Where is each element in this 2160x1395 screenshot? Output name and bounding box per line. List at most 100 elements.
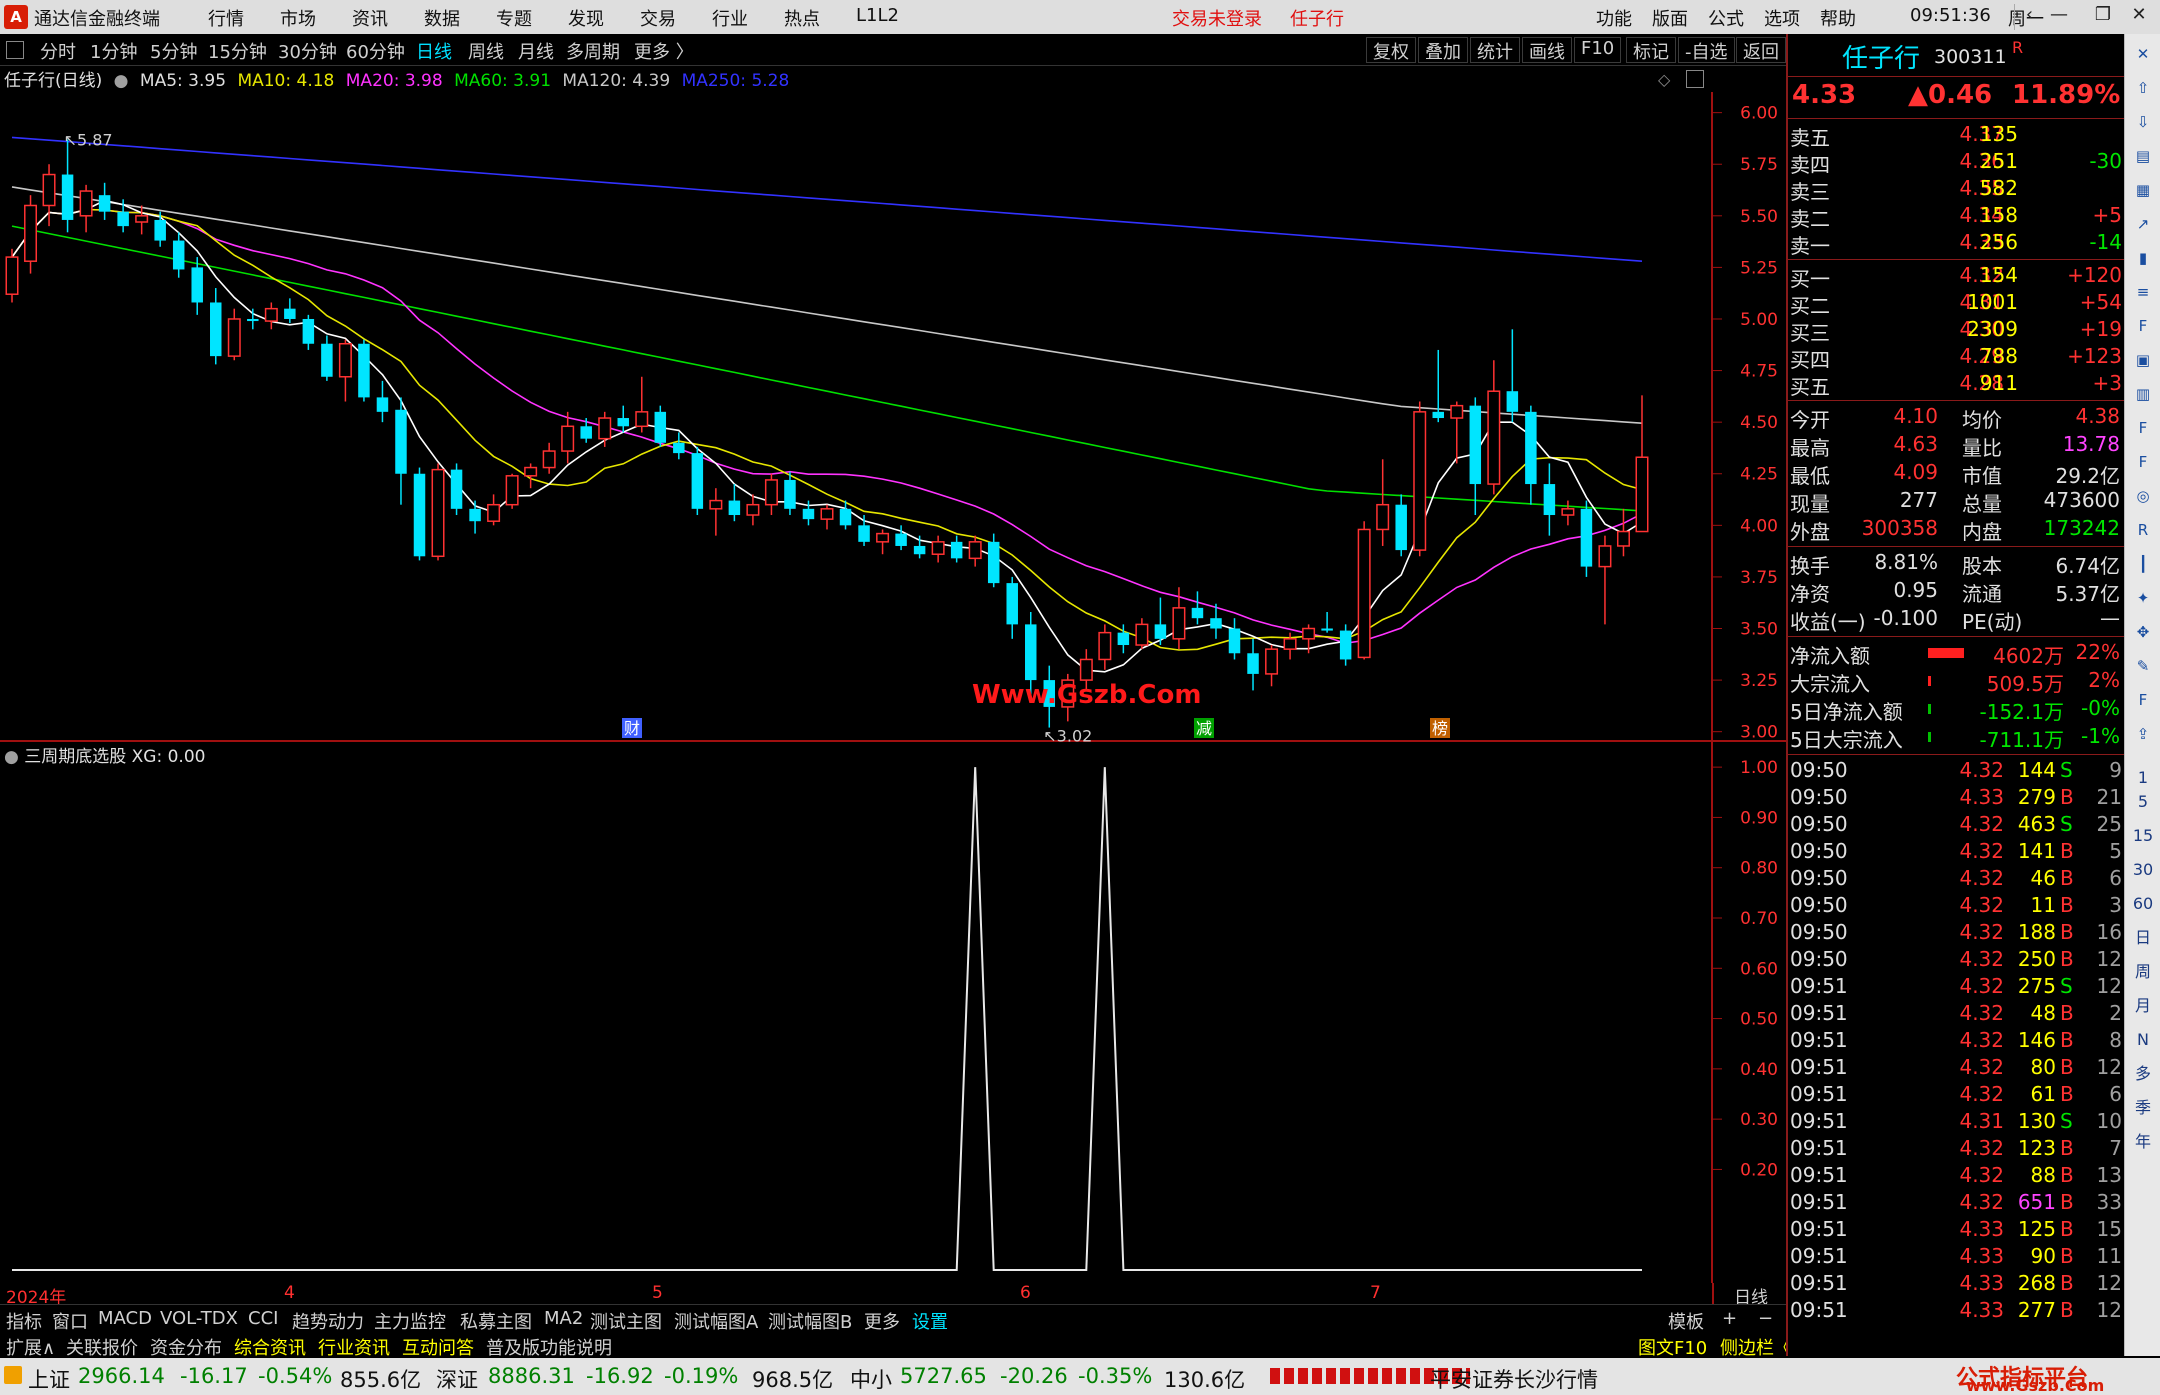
zx-index-name[interactable]: 中小 — [850, 1364, 892, 1394]
period-shortcut[interactable]: 15 — [2131, 824, 2155, 848]
menu-options[interactable]: 选项 — [1764, 5, 1800, 31]
back-icon[interactable]: ‹ — [2014, 4, 2044, 30]
tab-industry-news[interactable]: 行业资讯 — [318, 1334, 390, 1360]
bid-row[interactable]: 买二 4.31 1001 +54 — [1788, 290, 2124, 318]
menu-l1l2[interactable]: L1L2 — [856, 5, 899, 26]
share-icon[interactable]: ⇪ — [2131, 722, 2155, 746]
menu-data[interactable]: 数据 — [424, 5, 460, 31]
diamond-icon[interactable]: ◇ — [1658, 70, 1676, 89]
menu-news[interactable]: 资讯 — [352, 5, 388, 31]
tab-news[interactable]: 综合资讯 — [234, 1334, 306, 1360]
tab-macd[interactable]: MACD — [98, 1308, 152, 1329]
period-more[interactable]: 更多 〉 — [634, 38, 694, 64]
menu-industry[interactable]: 行业 — [712, 5, 748, 31]
tab-main-force[interactable]: 主力监控 — [374, 1308, 446, 1334]
tick-row[interactable]: 09:50 4.33 279 B 21 — [1788, 785, 2124, 812]
period-shortcut[interactable]: 多 — [2131, 1062, 2155, 1086]
stat-row[interactable]: 现量 277 总量 473600 — [1788, 488, 2124, 516]
menu-discover[interactable]: 发现 — [568, 5, 604, 31]
menu-function[interactable]: 功能 — [1596, 5, 1632, 31]
stat-row[interactable]: 净资 0.95 流通 5.37亿 — [1788, 578, 2124, 606]
period-shortcut[interactable]: 1 — [2131, 766, 2155, 790]
tick-row[interactable]: 09:50 4.32 11 B 3 — [1788, 893, 2124, 920]
bid-row[interactable]: 买三 4.30 2309 +19 — [1788, 317, 2124, 345]
stat-row[interactable]: 换手 8.81% 股本 6.74亿 — [1788, 550, 2124, 578]
tab-indicator[interactable]: 指标 — [6, 1308, 42, 1334]
period-shortcut[interactable]: 月 — [2131, 994, 2155, 1018]
tick-row[interactable]: 09:50 4.32 463 S 25 — [1788, 812, 2124, 839]
close-icon[interactable]: ✕ — [2124, 4, 2154, 30]
kline-icon[interactable]: ┃ — [2131, 552, 2155, 576]
period-tab[interactable]: 5分钟 — [150, 38, 197, 64]
stat-row[interactable]: 最高 4.63 量比 13.78 — [1788, 432, 2124, 460]
f10-icon[interactable]: F — [2131, 314, 2155, 338]
stat-row[interactable]: 收益(一) -0.100 PE(动) — — [1788, 606, 2124, 634]
ask-row[interactable]: 卖二 4.34 158 +5 — [1788, 203, 2124, 231]
list-icon[interactable]: ≡ — [2131, 280, 2155, 304]
draw-button[interactable]: 画线 — [1522, 37, 1572, 63]
ask-row[interactable]: 卖四 4.36 251 -30 — [1788, 149, 2124, 177]
f5-icon[interactable]: F — [2131, 688, 2155, 712]
period-tab[interactable]: 多周期 — [566, 38, 620, 64]
menu-hot[interactable]: 热点 — [784, 5, 820, 31]
restore-icon[interactable]: ❐ — [2088, 4, 2118, 30]
tab-sidebar[interactable]: 侧边栏《 — [1720, 1334, 1792, 1360]
circle-icon[interactable]: ◎ — [2131, 484, 2155, 508]
tick-row[interactable]: 09:50 4.32 188 B 16 — [1788, 920, 2124, 947]
sh-index-name[interactable]: 上证 — [28, 1364, 70, 1394]
stat-row[interactable]: 今开 4.10 均价 4.38 — [1788, 404, 2124, 432]
tab-cci[interactable]: CCI — [248, 1308, 278, 1329]
flow-row[interactable]: 5日大宗流入 -711.1万 -1% — [1788, 724, 2124, 752]
stat-row[interactable]: 外盘 300358 内盘 173242 — [1788, 516, 2124, 544]
up-icon[interactable]: ⇧ — [2131, 76, 2155, 100]
period-shortcut[interactable]: 年 — [2131, 1130, 2155, 1154]
minimize-icon[interactable]: — — [2044, 4, 2074, 30]
tab-expand[interactable]: 扩展∧ — [6, 1334, 55, 1360]
stats-button[interactable]: 统计 — [1470, 37, 1520, 63]
down-icon[interactable]: ⇩ — [2131, 110, 2155, 134]
ask-row[interactable]: 卖五 4.37 135 — [1788, 122, 2124, 150]
period-tab[interactable]: 分时 — [40, 38, 76, 64]
template-button[interactable]: 模板 — [1668, 1308, 1704, 1334]
period-shortcut[interactable]: 60 — [2131, 892, 2155, 916]
tab-more[interactable]: 更多 — [864, 1308, 900, 1334]
layout-icon[interactable]: ▣ — [2131, 348, 2155, 372]
tab-trend[interactable]: 趋势动力 — [292, 1308, 364, 1334]
tab-test-main[interactable]: 测试主图 — [590, 1308, 662, 1334]
bid-row[interactable]: 买一 4.32 154 +120 — [1788, 263, 2124, 291]
f3-icon[interactable]: F — [2131, 450, 2155, 474]
period-tab-selected[interactable]: 日线 — [416, 38, 452, 64]
tab-vol[interactable]: VOL-TDX — [160, 1308, 238, 1329]
move-icon[interactable]: ✥ — [2131, 620, 2155, 644]
f2-icon[interactable]: F — [2131, 416, 2155, 440]
login-status[interactable]: 交易未登录 — [1172, 5, 1262, 31]
period-tab[interactable]: 月线 — [518, 38, 554, 64]
period-tab[interactable]: 60分钟 — [346, 38, 405, 64]
menu-help[interactable]: 帮助 — [1820, 5, 1856, 31]
flow-row[interactable]: 大宗流入 509.5万 2% — [1788, 668, 2124, 696]
menu-icon[interactable] — [4, 1366, 22, 1384]
grid-icon[interactable]: ▦ — [2131, 178, 2155, 202]
page-icon[interactable]: ▤ — [2131, 144, 2155, 168]
tick-row[interactable]: 09:50 4.32 144 S 9 — [1788, 758, 2124, 785]
period-shortcut[interactable]: 5 — [2131, 790, 2155, 814]
tick-row[interactable]: 09:51 4.33 90 B 11 — [1788, 1244, 2124, 1271]
ask-row[interactable]: 卖一 4.33 256 -14 — [1788, 230, 2124, 258]
remove-watchlist-button[interactable]: -自选 — [1678, 37, 1735, 63]
menu-hq[interactable]: 行情 — [208, 5, 244, 31]
tab-help[interactable]: 普及版功能说明 — [486, 1334, 612, 1360]
bid-row[interactable]: 买四 4.29 788 +123 — [1788, 344, 2124, 372]
period-shortcut[interactable]: N — [2131, 1028, 2155, 1052]
tab-test-a[interactable]: 测试幅图A — [674, 1308, 758, 1334]
stat-row[interactable]: 最低 4.09 市值 29.2亿 — [1788, 460, 2124, 488]
period-tab[interactable]: 周线 — [468, 38, 504, 64]
tick-row[interactable]: 09:51 4.32 80 B 12 — [1788, 1055, 2124, 1082]
tick-row[interactable]: 09:51 4.32 61 B 6 — [1788, 1082, 2124, 1109]
ask-row[interactable]: 卖三 4.35 582 — [1788, 176, 2124, 204]
remove-button[interactable]: − — [1758, 1308, 1773, 1329]
tick-row[interactable]: 09:51 4.32 123 B 7 — [1788, 1136, 2124, 1163]
bar-icon[interactable]: ▮ — [2131, 246, 2155, 270]
tab-test-b[interactable]: 测试幅图B — [768, 1308, 852, 1334]
tick-row[interactable]: 09:51 4.32 651 B 33 — [1788, 1190, 2124, 1217]
fuquan-button[interactable]: 复权 — [1366, 37, 1416, 63]
